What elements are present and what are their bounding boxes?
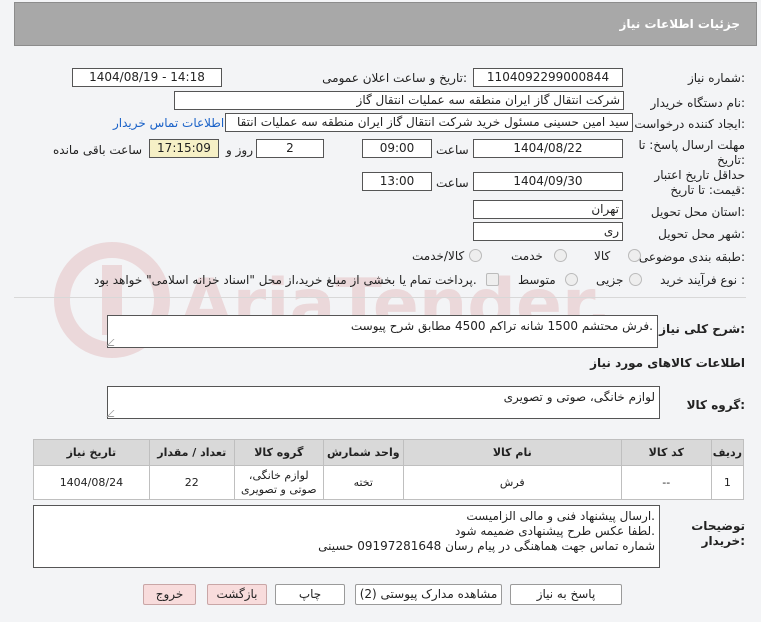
category-option-service: خدمت bbox=[511, 249, 543, 263]
days-label: روز و bbox=[226, 143, 253, 157]
category-label: طبقه بندی موضوعی: bbox=[638, 250, 745, 264]
announce-field[interactable]: 1404/08/19 - 14:18 bbox=[72, 68, 222, 87]
items-table: ردیف کد کالا نام کالا واحد شمارش گروه کا… bbox=[33, 439, 745, 500]
payment-note: پرداخت تمام یا بخشی از مبلغ خرید،از محل … bbox=[94, 273, 477, 287]
print-button[interactable]: چاپ bbox=[275, 584, 345, 605]
col-header-name: نام کالا bbox=[402, 439, 622, 466]
remaining-time-field: 17:15:09 bbox=[149, 139, 219, 158]
cell-date: 1404/08/24 bbox=[33, 465, 150, 500]
process-option-medium: متوسط bbox=[518, 273, 556, 287]
category-radio-goods-service[interactable] bbox=[469, 249, 482, 262]
table-header-row: ردیف کد کالا نام کالا واحد شمارش گروه کا… bbox=[33, 439, 745, 466]
notes-label-line1: توضیحات bbox=[691, 519, 745, 533]
col-header-unit: واحد شمارش bbox=[322, 439, 404, 466]
announce-label: تاریخ و ساعت اعلان عمومی: bbox=[322, 71, 467, 85]
desc-textarea[interactable]: فرش محتشم 1500 شانه تراکم 4500 مطابق شرح… bbox=[106, 315, 658, 348]
desc-text: فرش محتشم 1500 شانه تراکم 4500 مطابق شرح… bbox=[350, 319, 653, 333]
cell-name: فرش bbox=[402, 465, 622, 500]
back-button[interactable]: بازگشت bbox=[207, 584, 267, 605]
buyer-org-field[interactable]: شرکت انتقال گاز ایران منطقه سه عملیات ان… bbox=[174, 91, 624, 110]
deadline-time-field[interactable]: 09:00 bbox=[362, 139, 432, 158]
category-radio-goods[interactable] bbox=[628, 249, 641, 262]
reply-button[interactable]: پاسخ به نیاز bbox=[510, 584, 622, 605]
notes-line: شماره تماس جهت هماهنگی در پیام رسان 0919… bbox=[318, 539, 655, 553]
notes-textarea[interactable]: ارسال پیشنهاد فنی و مالی الزامیست. لطفا … bbox=[33, 505, 660, 568]
validity-label-line2: قیمت: تا تاریخ: bbox=[670, 183, 745, 197]
validity-date-field[interactable]: 1404/09/30 bbox=[473, 172, 623, 191]
buyer-org-label: نام دستگاه خریدار: bbox=[650, 96, 746, 110]
cell-code: -- bbox=[620, 465, 712, 500]
col-header-group: گروه کالا bbox=[233, 439, 324, 466]
resize-handle[interactable] bbox=[106, 410, 121, 417]
header-panel: جزئیات اطلاعات نیاز bbox=[14, 2, 757, 46]
attachments-button[interactable]: مشاهده مدارک پیوستی (2) bbox=[355, 584, 502, 605]
validity-label-line1: حداقل تاریخ اعتبار bbox=[654, 168, 745, 182]
province-label: استان محل تحویل: bbox=[650, 205, 745, 219]
goods-info-title: اطلاعات کالاهای مورد نیاز bbox=[590, 356, 745, 370]
goods-group-text: لوازم خانگی، صوتی و تصویری bbox=[503, 390, 655, 404]
process-label: نوع فرآیند خرید : bbox=[660, 273, 745, 287]
col-header-code: کد کالا bbox=[620, 439, 712, 466]
divider-top bbox=[14, 297, 746, 298]
notes-line: لطفا عکس طرح پیشنهادی ضمیمه شود. bbox=[454, 524, 655, 538]
province-field[interactable]: تهران bbox=[473, 200, 623, 219]
cell-unit: تخته bbox=[322, 465, 404, 500]
deadline-hour-label: ساعت bbox=[436, 143, 469, 157]
treasury-checkbox[interactable] bbox=[486, 273, 499, 286]
cell-row: 1 bbox=[710, 465, 745, 500]
resize-handle[interactable] bbox=[106, 339, 121, 346]
deadline-label-line1: مهلت ارسال پاسخ: تا bbox=[638, 138, 745, 152]
need-number-label: شماره نیاز: bbox=[687, 71, 745, 85]
validity-hour-label: ساعت bbox=[436, 176, 469, 190]
deadline-label-line2: تاریخ: bbox=[717, 153, 745, 167]
category-option-goods: کالا bbox=[594, 249, 611, 263]
category-radio-service[interactable] bbox=[554, 249, 567, 262]
process-radio-minor[interactable] bbox=[629, 273, 642, 286]
buyer-contact-link[interactable]: اطلاعات تماس خریدار bbox=[113, 116, 224, 130]
goods-group-textarea[interactable]: لوازم خانگی، صوتی و تصویری bbox=[106, 386, 660, 419]
validity-time-field[interactable]: 13:00 bbox=[362, 172, 432, 191]
notes-label-line2: خریدار: bbox=[701, 534, 745, 548]
col-header-date: تاریخ نیاز bbox=[33, 439, 150, 466]
remaining-label: ساعت باقی مانده bbox=[53, 143, 143, 157]
cell-group: لوازم خانگی، صوتی و تصویری bbox=[233, 465, 324, 500]
requester-field[interactable]: سید امین حسینی مسئول خرید شرکت انتقال گا… bbox=[225, 113, 633, 132]
page-title: جزئیات اطلاعات نیاز bbox=[619, 17, 740, 31]
city-field[interactable]: ری bbox=[473, 222, 623, 241]
cell-qty: 22 bbox=[148, 465, 235, 500]
process-radio-medium[interactable] bbox=[565, 273, 578, 286]
requester-label: ایجاد کننده درخواست: bbox=[634, 117, 745, 131]
category-option-goods-service: کالا/خدمت bbox=[412, 249, 465, 263]
exit-button[interactable]: خروج bbox=[143, 584, 196, 605]
city-label: شهر محل تحویل: bbox=[658, 227, 745, 241]
deadline-date-field[interactable]: 1404/08/22 bbox=[473, 139, 623, 158]
goods-group-label: گروه کالا: bbox=[686, 398, 745, 412]
cell-group-line2: صوتی و تصویری bbox=[240, 482, 317, 496]
days-field[interactable]: 2 bbox=[256, 139, 324, 158]
col-header-row: ردیف bbox=[710, 439, 745, 466]
cell-group-line1: لوازم خانگی، bbox=[248, 468, 309, 482]
process-option-minor: جزیی bbox=[596, 273, 624, 287]
desc-label: شرح کلی نیاز: bbox=[659, 322, 745, 336]
need-number-field[interactable]: 1104092299000844 bbox=[473, 68, 623, 87]
col-header-qty: تعداد / مقدار bbox=[148, 439, 235, 466]
notes-line: ارسال پیشنهاد فنی و مالی الزامیست. bbox=[466, 509, 655, 523]
table-row[interactable]: 1 -- فرش تخته لوازم خانگی، صوتی و تصویری … bbox=[33, 465, 745, 500]
